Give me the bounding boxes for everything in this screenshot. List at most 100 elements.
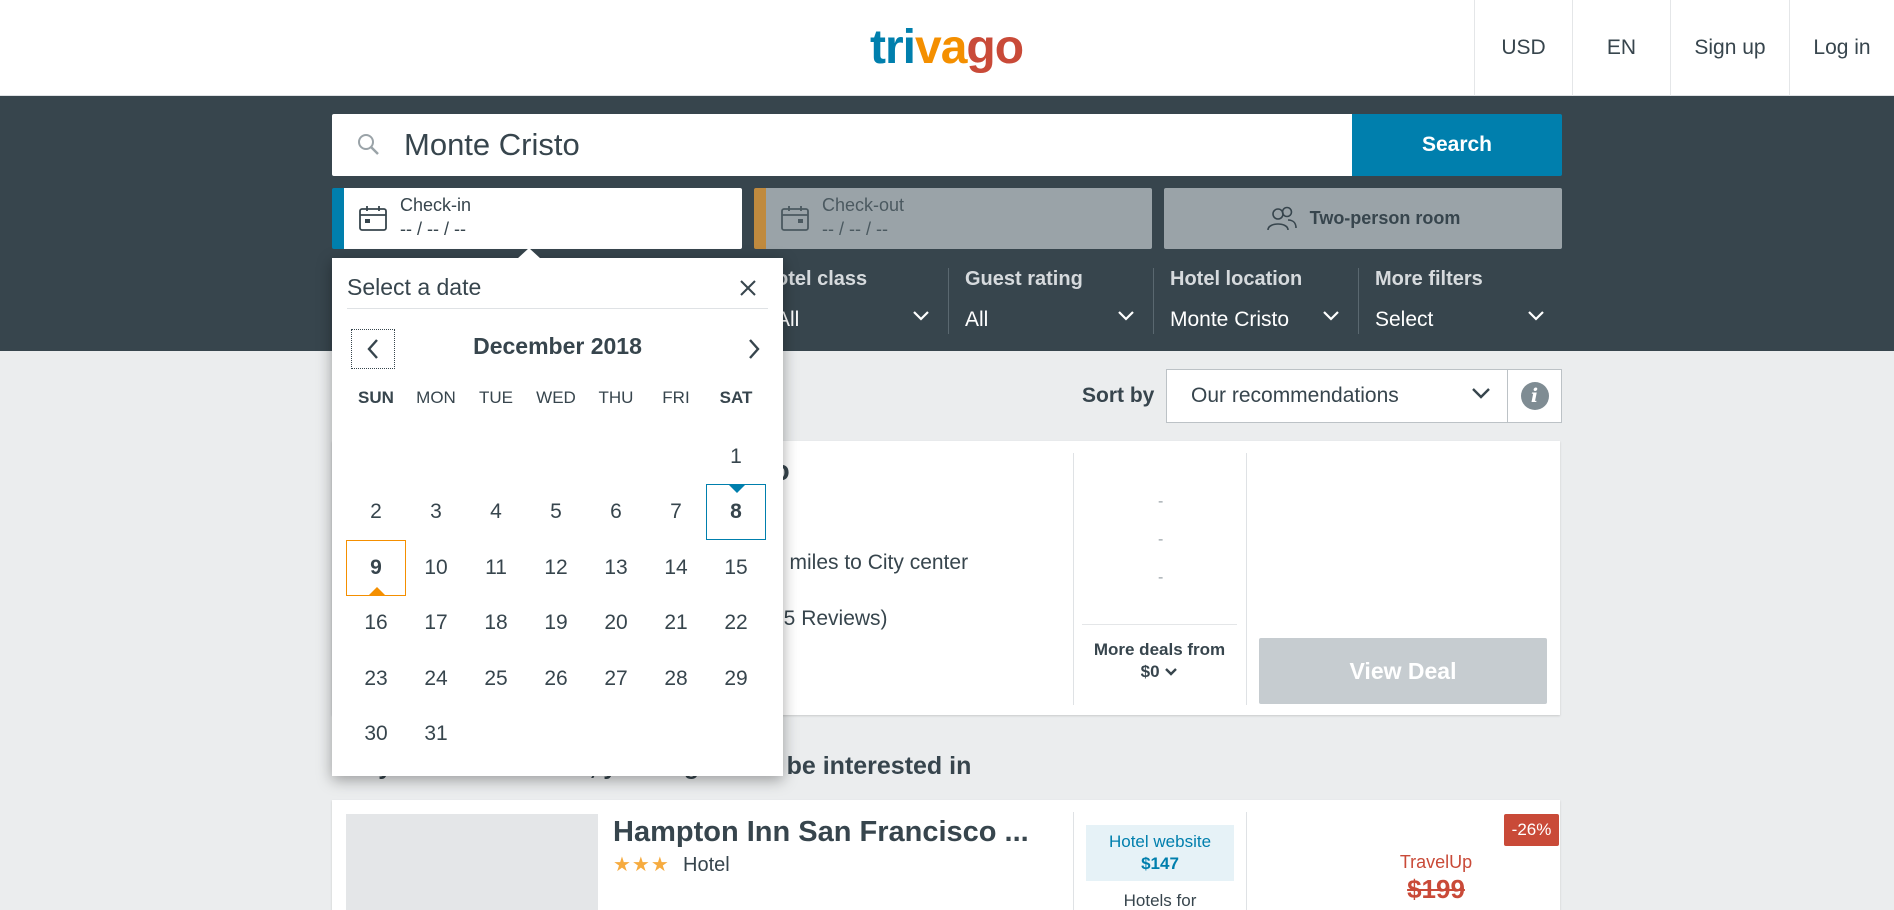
hotel-card: Hampton Inn San Francisco ... ★★★ Hotel …: [332, 800, 1560, 910]
search-button[interactable]: Search: [1352, 114, 1562, 176]
calendar-day[interactable]: 7: [646, 484, 706, 540]
hotels-for-text: Hotels for: [1123, 891, 1197, 910]
hotel-image[interactable]: [346, 814, 598, 910]
calendar-day[interactable]: 30: [346, 706, 406, 762]
info-icon: i: [1520, 382, 1549, 410]
calendar-day[interactable]: 19: [526, 595, 586, 651]
room-label: Two-person room: [1309, 208, 1461, 228]
calendar-day[interactable]: 3: [406, 484, 466, 540]
language-selector[interactable]: EN: [1572, 0, 1670, 96]
calendar-day[interactable]: 17: [406, 595, 466, 651]
search-input[interactable]: Monte Cristo: [332, 114, 1352, 176]
sort-select[interactable]: Our recommendations: [1166, 369, 1508, 423]
next-month-button[interactable]: [732, 329, 776, 369]
calendar-day[interactable]: 31: [406, 706, 466, 762]
filter-divider: [948, 268, 949, 334]
hotel-website-deal[interactable]: Hotel website $147: [1086, 825, 1234, 881]
header-nav: USD EN Sign up Log in: [1474, 0, 1894, 96]
trivago-logo[interactable]: trivago: [870, 20, 1024, 75]
calendar-day[interactable]: 12: [526, 540, 586, 596]
calendar-day[interactable]: 29: [706, 651, 766, 707]
filter-divider: [1153, 268, 1154, 334]
chevron-down-icon: [1472, 388, 1490, 399]
calendar-day[interactable]: 1: [706, 429, 766, 485]
calendar-day[interactable]: 25: [466, 651, 526, 707]
calendar-day-checkin[interactable]: 9: [346, 540, 406, 596]
calendar-day[interactable]: 27: [586, 651, 646, 707]
filter-more[interactable]: More filters Select: [1375, 268, 1544, 331]
prev-month-button[interactable]: [351, 329, 395, 369]
calendar-day[interactable]: 6: [586, 484, 646, 540]
date-picker: Select a date December 2018 SUN MON TUE …: [332, 248, 783, 776]
deal-provider: TravelUp: [1399, 852, 1473, 872]
calendar-day-today[interactable]: 8: [706, 484, 766, 540]
sort-info-button[interactable]: i: [1507, 369, 1562, 423]
calendar-day[interactable]: 21: [646, 595, 706, 651]
calendar-day[interactable]: 26: [526, 651, 586, 707]
card-divider: [1246, 453, 1247, 705]
signup-link[interactable]: Sign up: [1670, 0, 1789, 96]
card-divider: [1246, 812, 1247, 910]
calendar-day[interactable]: 22: [706, 595, 766, 651]
checkin-label: Check-in: [400, 195, 472, 215]
card-divider: [1073, 812, 1074, 910]
view-deal-button[interactable]: View Deal: [1259, 638, 1547, 704]
more-deals-button[interactable]: More deals from $0: [1082, 624, 1237, 683]
weekday-label: MON: [416, 388, 456, 407]
calendar-day[interactable]: 23: [346, 651, 406, 707]
calendar-day[interactable]: 2: [346, 484, 406, 540]
calendar-day[interactable]: 4: [466, 484, 526, 540]
star-rating: ★★★: [613, 854, 670, 876]
calendar-day[interactable]: 14: [646, 540, 706, 596]
checkin-value: -- / -- / --: [400, 219, 466, 239]
today-marker: [729, 485, 745, 493]
calendar-day[interactable]: 28: [646, 651, 706, 707]
login-link[interactable]: Log in: [1789, 0, 1894, 96]
search-icon: [358, 134, 379, 155]
calendar-day[interactable]: 13: [586, 540, 646, 596]
search-query: Monte Cristo: [404, 127, 580, 162]
discount-badge: -26%: [1504, 814, 1559, 846]
weekday-label: SUN: [358, 388, 394, 407]
filter-hotel-class[interactable]: otel class All: [776, 268, 929, 331]
weekday-label: SAT: [719, 388, 753, 407]
filter-hotel-location[interactable]: Hotel location Monte Cristo: [1170, 268, 1339, 331]
hotel-distance: 1 miles to City center: [772, 551, 969, 574]
calendar-day[interactable]: 15: [706, 540, 766, 596]
close-icon[interactable]: [736, 276, 760, 300]
checkin-field[interactable]: Check-in -- / -- / --: [332, 188, 742, 249]
picker-title: Select a date: [347, 274, 482, 300]
hotel-reviews[interactable]: 75 Reviews): [772, 607, 888, 631]
calendar-day[interactable]: 16: [346, 595, 406, 651]
deal-placeholder: -: [1158, 493, 1164, 510]
weekday-label: TUE: [479, 388, 513, 407]
calendar-day[interactable]: 11: [466, 540, 526, 596]
calendar-day[interactable]: 20: [586, 595, 646, 651]
filter-guest-rating[interactable]: Guest rating All: [965, 268, 1134, 331]
guests-icon: [1266, 206, 1297, 230]
card-divider: [1073, 453, 1074, 705]
weekday-label: THU: [598, 388, 634, 407]
weekday-label: WED: [536, 388, 576, 407]
old-price: $199: [1407, 874, 1465, 904]
room-selector[interactable]: Two-person room: [1164, 188, 1562, 249]
hotel-name[interactable]: Hampton Inn San Francisco ...: [613, 816, 1029, 849]
deal-placeholder: -: [1158, 531, 1164, 548]
chevron-down-icon: [1118, 311, 1134, 321]
site-header: trivago USD EN Sign up Log in: [0, 0, 1894, 96]
chevron-left-icon: [367, 339, 378, 359]
checkout-field[interactable]: Check-out -- / -- / --: [754, 188, 1152, 249]
calendar-day[interactable]: 24: [406, 651, 466, 707]
hotel-type: Hotel: [683, 854, 730, 876]
filter-divider: [1358, 268, 1359, 334]
checkout-label: Check-out: [822, 195, 905, 215]
calendar-day[interactable]: 5: [526, 484, 586, 540]
currency-selector[interactable]: USD: [1474, 0, 1572, 96]
calendar-day[interactable]: 10: [406, 540, 466, 596]
calendar-icon: [359, 206, 387, 231]
chevron-down-icon: [1165, 668, 1178, 676]
chevron-down-icon: [913, 311, 929, 321]
sort-label: Sort by: [1082, 384, 1155, 407]
checkin-marker: [369, 587, 385, 595]
calendar-day[interactable]: 18: [466, 595, 526, 651]
